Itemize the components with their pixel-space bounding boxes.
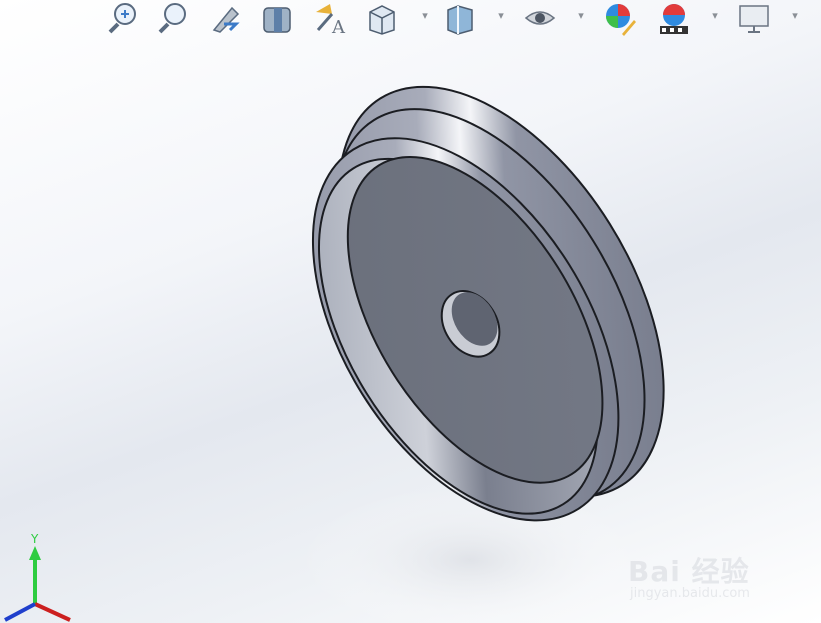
dynamic-annotation-icon: A: [316, 4, 346, 38]
triad-x-axis: [34, 602, 71, 622]
heads-up-toolbar: A ▾ ▾ ▾ ▾ ▾: [100, 0, 821, 40]
view-settings-button[interactable]: [734, 0, 774, 38]
display-style-dropdown[interactable]: ▾: [494, 6, 508, 26]
svg-text:A: A: [331, 17, 346, 38]
view-orientation-button[interactable]: [362, 0, 402, 38]
section-view-icon: [263, 7, 291, 33]
triad-y-arrow: [29, 546, 41, 560]
watermark-text: Bai 经验: [628, 555, 750, 588]
floor-reflection: [300, 485, 640, 623]
eye-icon: [524, 11, 556, 25]
monitor-icon: [739, 5, 769, 33]
zoom-to-area-icon: [158, 3, 186, 34]
hide-show-items-dropdown[interactable]: ▾: [574, 6, 588, 26]
edit-appearance-icon: [606, 4, 636, 36]
display-style-icon: [447, 5, 473, 35]
baidu-watermark: Bai 经验 jingyan.baidu.com: [628, 538, 788, 608]
previous-view-icon: [212, 6, 240, 33]
part-model[interactable]: [0, 0, 821, 623]
apply-scene-button[interactable]: [654, 0, 694, 38]
apply-scene-icon: [660, 4, 688, 34]
dynamic-annotation-button[interactable]: A: [310, 0, 350, 38]
previous-view-button[interactable]: [206, 0, 246, 38]
apply-scene-dropdown[interactable]: ▾: [708, 6, 722, 26]
section-view-button[interactable]: [258, 0, 298, 38]
edit-appearance-button[interactable]: [600, 0, 640, 38]
zoom-to-fit-icon: [108, 3, 136, 34]
watermark-subtext: jingyan.baidu.com: [630, 586, 750, 601]
view-settings-dropdown[interactable]: ▾: [788, 6, 802, 26]
hide-show-items-button[interactable]: [520, 0, 560, 38]
zoom-to-area-button[interactable]: [152, 0, 192, 38]
view-orientation-dropdown[interactable]: ▾: [418, 6, 432, 26]
triad-z-axis: [4, 602, 36, 622]
triad-y-label: Y: [30, 532, 39, 546]
view-orientation-icon: [369, 5, 395, 35]
zoom-to-fit-button[interactable]: [104, 0, 144, 38]
reference-triad[interactable]: Y: [0, 530, 90, 623]
display-style-button[interactable]: [440, 0, 480, 38]
graphics-viewport[interactable]: A ▾ ▾ ▾ ▾ ▾ Y Bai 经验 jingyan.baidu.com: [0, 0, 821, 623]
